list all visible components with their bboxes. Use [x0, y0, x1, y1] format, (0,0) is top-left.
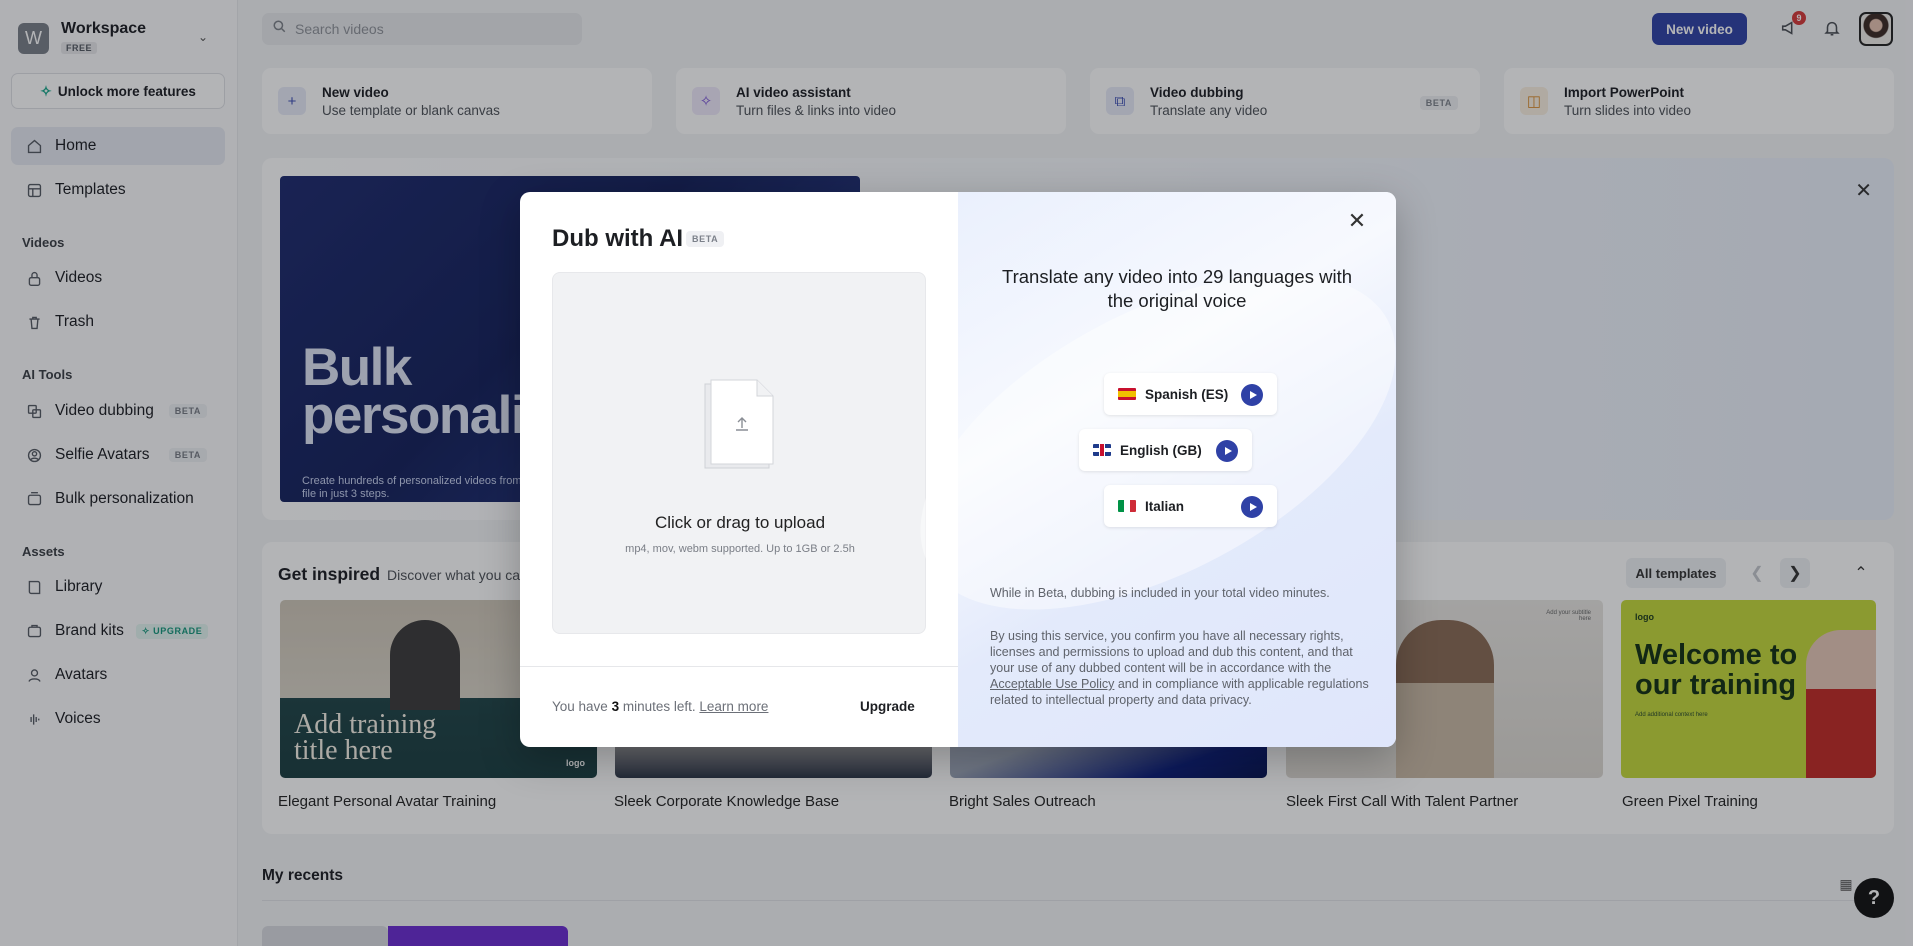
minutes-count: 3: [611, 699, 620, 714]
upload-formats: mp4, mov, webm supported. Up to 1GB or 2…: [625, 543, 855, 555]
file-upload-icon: [704, 379, 774, 469]
modal-info-panel: ✕ Translate any video into 29 languages …: [867, 192, 1396, 747]
minutes-prefix: You have: [552, 699, 608, 714]
minutes-left-text: You have 3 minutes left. Learn more: [552, 699, 768, 714]
language-chip-english: English (GB): [1079, 429, 1252, 471]
upgrade-link[interactable]: Upgrade: [860, 699, 915, 714]
modal-upload-panel: Dub with AI BETA Click or drag to upload…: [520, 192, 958, 747]
terms-note: By using this service, you confirm you h…: [990, 628, 1370, 708]
uk-flag-icon: [1093, 444, 1111, 456]
divider: [520, 666, 958, 667]
language-label: Spanish (ES): [1145, 386, 1229, 402]
modal-title: Dub with AI: [552, 225, 684, 252]
spain-flag-icon: [1118, 388, 1136, 400]
italy-flag-icon: [1118, 500, 1136, 512]
minutes-suffix: minutes left.: [622, 699, 696, 714]
beta-note: While in Beta, dubbing is included in yo…: [990, 586, 1330, 600]
acceptable-use-policy-link[interactable]: Acceptable Use Policy: [990, 677, 1114, 691]
close-icon[interactable]: ✕: [1345, 208, 1369, 233]
upload-instruction: Click or drag to upload: [654, 513, 826, 532]
dub-with-ai-modal: Dub with AI BETA Click or drag to upload…: [520, 192, 1396, 747]
beta-badge: BETA: [686, 231, 725, 247]
play-icon[interactable]: [1241, 496, 1263, 518]
play-icon[interactable]: [1216, 440, 1238, 462]
learn-more-link[interactable]: Learn more: [699, 699, 768, 714]
language-label: English (GB): [1120, 442, 1202, 458]
language-chip-italian: Italian: [1104, 485, 1277, 527]
modal-headline: Translate any video into 29 languages wi…: [1001, 266, 1352, 311]
language-label: Italian: [1145, 498, 1185, 514]
language-chip-spanish: Spanish (ES): [1104, 373, 1277, 415]
upload-dropzone[interactable]: Click or drag to upload mp4, mov, webm s…: [552, 272, 926, 634]
terms-text: By using this service, you confirm you h…: [990, 629, 1353, 675]
play-icon[interactable]: [1241, 384, 1263, 406]
